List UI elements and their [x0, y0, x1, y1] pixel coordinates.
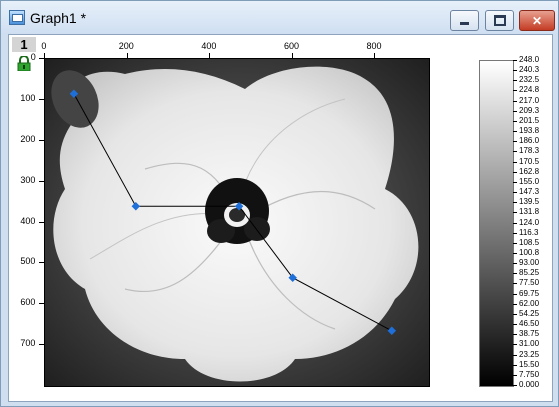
y-tick-label: 300 [20, 174, 36, 185]
color-scale-tick [513, 252, 517, 254]
close-icon: ✕ [531, 13, 543, 28]
window-title: Graph1 * [30, 10, 87, 26]
color-scale-tick [513, 181, 517, 183]
x-tick-label: 200 [118, 41, 134, 51]
color-scale-label: 23.25 [519, 349, 540, 359]
color-scale-label: 15.50 [519, 359, 540, 369]
image-plot[interactable] [45, 59, 429, 386]
y-tick-label: 200 [20, 133, 36, 144]
color-scale-tick [513, 344, 517, 346]
color-scale-label: 38.75 [519, 329, 540, 339]
color-scale-tick [513, 334, 517, 336]
color-scale-label: 162.8 [519, 166, 540, 176]
close-button[interactable]: ✕ [519, 10, 555, 31]
color-scale-label: 0.000 [519, 380, 540, 389]
color-scale-label: 217.0 [519, 95, 540, 105]
color-scale-label: 178.3 [519, 146, 540, 156]
color-scale-label: 224.8 [519, 85, 540, 95]
color-scale-tick [513, 70, 517, 72]
color-scale-label: 93.00 [519, 258, 540, 268]
color-scale-label: 124.0 [519, 217, 540, 227]
minimize-button[interactable] [450, 10, 479, 31]
layer-indicator[interactable]: 1 [12, 37, 36, 52]
color-scale-label: 131.8 [519, 207, 540, 217]
color-scale-tick [513, 151, 517, 153]
color-scale-tick [513, 263, 517, 265]
y-tick-label: 700 [20, 338, 36, 349]
color-scale-tick [513, 110, 517, 112]
color-scale-tick [513, 313, 517, 315]
color-scale-label: 170.5 [519, 156, 540, 166]
color-scale-tick [513, 100, 517, 102]
color-scale-label: 209.3 [519, 105, 540, 115]
color-scale-tick [513, 364, 517, 366]
color-scale-label: 139.5 [519, 197, 540, 207]
x-tick-label: 600 [283, 41, 299, 51]
color-scale-label: 248.0 [519, 55, 540, 64]
color-scale-bar[interactable] [479, 60, 514, 387]
color-scale-label: 193.8 [519, 126, 540, 136]
color-scale-tick [513, 273, 517, 275]
color-scale-tick [513, 192, 517, 194]
color-scale-tick [513, 141, 517, 143]
color-scale-label: 54.25 [519, 308, 540, 318]
x-tick-label: 0 [41, 41, 47, 51]
maximize-icon [493, 15, 506, 26]
y-tick-label: 600 [20, 297, 36, 308]
color-scale-tick [513, 354, 517, 356]
color-scale-tick [513, 131, 517, 133]
color-scale-tick [513, 212, 517, 214]
color-scale-tick [513, 171, 517, 173]
graph-window: Graph1 * ✕ 1 0 200 400 600 800 0 100 200 300 400 5… [0, 0, 559, 407]
color-scale-label: 7.750 [519, 369, 540, 379]
lock-icon[interactable] [17, 56, 31, 71]
x-tick-label: 400 [201, 41, 217, 51]
color-scale-label: 108.5 [519, 237, 540, 247]
color-scale-tick [513, 80, 517, 82]
color-scale-tick [513, 293, 517, 295]
title-bar[interactable]: Graph1 * ✕ [1, 1, 558, 34]
color-scale-label: 155.0 [519, 176, 540, 186]
color-scale-label: 240.3 [519, 65, 540, 75]
color-scale-tick [513, 161, 517, 163]
plot-area[interactable] [44, 58, 430, 387]
color-scale-tick [513, 283, 517, 285]
color-scale-tick [513, 232, 517, 234]
color-scale-label: 147.3 [519, 187, 540, 197]
color-scale-tick [513, 303, 517, 305]
x-tick-label: 800 [366, 41, 382, 51]
color-scale-label: 77.50 [519, 278, 540, 288]
minimize-icon [460, 22, 469, 25]
color-scale-tick [513, 90, 517, 92]
color-scale-tick [513, 374, 517, 376]
color-scale-label: 31.00 [519, 339, 540, 349]
y-tick-label: 500 [20, 256, 36, 267]
graph-page[interactable]: 1 0 200 400 600 800 0 100 200 300 400 500 600 700 [8, 34, 553, 402]
color-scale-tick [513, 202, 517, 204]
color-scale-label: 186.0 [519, 136, 540, 146]
color-scale-label: 201.5 [519, 115, 540, 125]
graph-window-icon[interactable] [9, 10, 25, 25]
color-scale-label: 46.50 [519, 319, 540, 329]
color-scale-tick [513, 60, 517, 61]
color-scale-tick [513, 120, 517, 122]
y-tick-label: 400 [20, 215, 36, 226]
y-tick-label: 100 [20, 92, 36, 103]
color-scale-label: 69.75 [519, 288, 540, 298]
color-scale-tick [513, 222, 517, 224]
color-scale-label: 232.5 [519, 75, 540, 85]
color-scale-label: 62.00 [519, 298, 540, 308]
color-scale-tick [513, 242, 517, 244]
color-scale-label: 116.3 [519, 227, 539, 237]
maximize-button[interactable] [485, 10, 514, 31]
color-scale-tick [513, 324, 517, 326]
color-scale-label: 100.8 [519, 247, 540, 257]
color-scale-label: 85.25 [519, 268, 540, 278]
y-tick-label: 0 [30, 52, 36, 62]
color-scale-tick [513, 385, 517, 386]
